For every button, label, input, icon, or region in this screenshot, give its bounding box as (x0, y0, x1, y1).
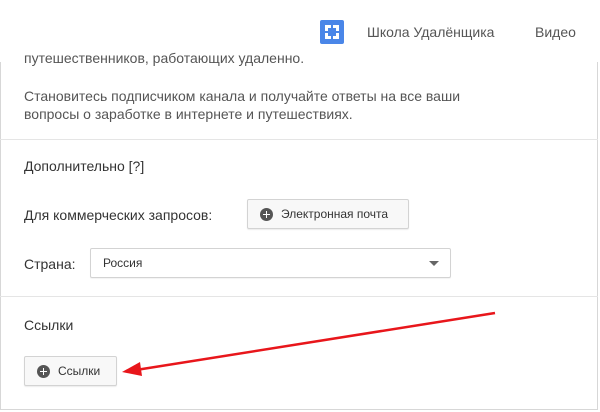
annotation-arrow (122, 311, 496, 376)
